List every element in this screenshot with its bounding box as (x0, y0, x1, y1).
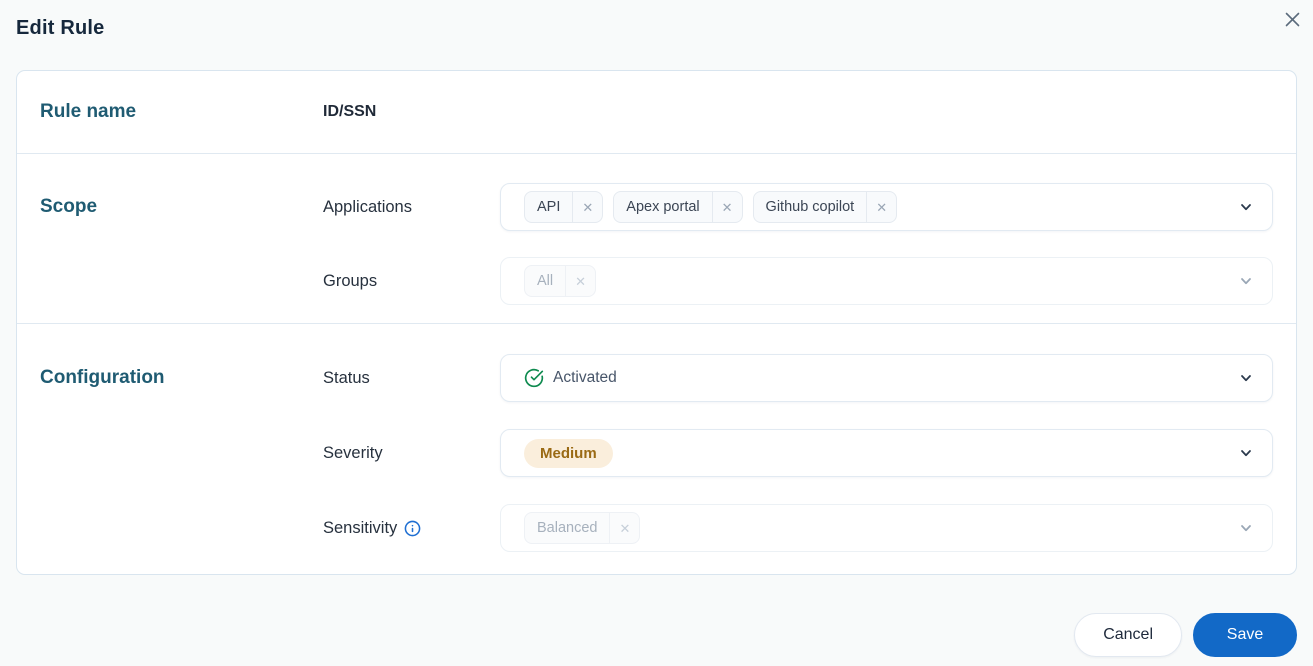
close-icon (1285, 12, 1299, 26)
rule-name-heading: Rule name (40, 101, 137, 122)
page-title: Edit Rule (16, 17, 105, 39)
tag-remove-icon[interactable]: ✕ (711, 191, 742, 223)
severity-select[interactable]: Medium (500, 429, 1273, 477)
rule-name-section: Rule name ID/SSN (17, 71, 1296, 153)
tag-chip: Apex portal ✕ (613, 190, 743, 224)
groups-row: Groups All ✕ (323, 257, 1273, 305)
save-button[interactable]: Save (1193, 613, 1297, 657)
sensitivity-row: Sensitivity Balanced ✕ (323, 504, 1273, 552)
scope-heading: Scope (40, 196, 98, 217)
tag-label: API (537, 198, 561, 215)
chevron-down-icon (1238, 445, 1254, 461)
tag-remove-icon[interactable]: ✕ (572, 191, 602, 223)
close-button[interactable] (1281, 8, 1303, 30)
dialog-footer: Cancel Save (16, 613, 1297, 657)
configuration-section: Configuration Status Activated Severity … (17, 323, 1296, 574)
status-label: Status (323, 368, 370, 387)
configuration-heading: Configuration (40, 367, 165, 388)
tag-label: Balanced (537, 519, 598, 536)
severity-label: Severity (323, 443, 383, 462)
tag-remove-icon[interactable]: ✕ (866, 191, 896, 223)
tag-label: Github copilot (765, 198, 855, 215)
tag-chip: Balanced ✕ (524, 511, 641, 545)
sensitivity-select: Balanced ✕ (500, 504, 1273, 552)
tag-chip: Github copilot ✕ (752, 190, 898, 224)
applications-select[interactable]: API ✕ Apex portal ✕ Github copilot ✕ (500, 183, 1273, 231)
tag-label: All (537, 272, 554, 289)
applications-row: Applications API ✕ Apex portal ✕ Github copi… (323, 183, 1273, 231)
status-select[interactable]: Activated (500, 354, 1273, 402)
tag-chip: All ✕ (524, 264, 597, 298)
info-icon[interactable] (404, 520, 421, 537)
chevron-down-icon (1238, 199, 1254, 215)
tag-remove-icon: ✕ (609, 512, 639, 544)
tag-remove-icon: ✕ (565, 265, 595, 297)
rule-name-value: ID/SSN (323, 103, 377, 120)
scope-section: Scope Applications API ✕ Apex portal ✕ Githu… (17, 153, 1296, 323)
chevron-down-icon (1238, 273, 1254, 289)
edit-rule-form-card: Rule name ID/SSN Scope Applications API ✕… (16, 70, 1297, 575)
chevron-down-icon (1238, 370, 1254, 386)
status-value: Activated (553, 369, 617, 386)
groups-label: Groups (323, 271, 378, 290)
dialog-header: Edit Rule (0, 0, 1313, 40)
severity-row: Severity Medium (323, 429, 1273, 477)
status-row: Status Activated (323, 354, 1273, 402)
severity-badge: Medium (524, 438, 613, 468)
applications-label: Applications (323, 197, 412, 216)
circle-check-icon (524, 368, 544, 388)
chevron-down-icon (1238, 520, 1254, 536)
sensitivity-label: Sensitivity (323, 519, 500, 538)
cancel-button[interactable]: Cancel (1074, 613, 1182, 657)
groups-select: All ✕ (500, 257, 1273, 305)
tag-chip: API ✕ (524, 190, 604, 224)
tag-label: Apex portal (626, 198, 700, 215)
